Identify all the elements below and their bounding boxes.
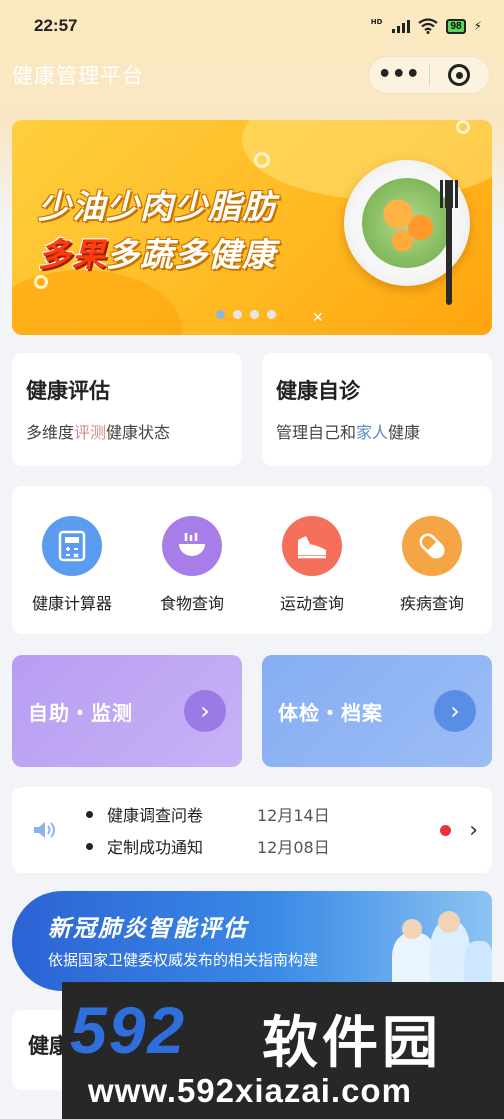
checkup-archive-card[interactable]: 体检・档案 › <box>262 655 492 767</box>
cta-label: 自助・监测 <box>28 700 133 725</box>
card-subtitle-highlight: 评测 <box>74 423 107 442</box>
notice-date: 12月08日 <box>257 838 330 857</box>
banner-slogan-rest: 多蔬多健康 <box>106 235 276 274</box>
notice-text: 定制成功通知 <box>107 838 204 857</box>
card-subtitle-text: 健康状态 <box>106 423 171 442</box>
pill-icon <box>402 516 462 576</box>
card-subtitle: 管理自己和家人健康 <box>276 419 478 443</box>
tool-label: 运动查询 <box>279 594 344 613</box>
notice-item[interactable]: 定制成功通知 12月08日 <box>86 830 440 862</box>
wifi-icon <box>418 18 439 34</box>
doctor-head <box>402 919 422 939</box>
site-watermark: 592 软件园 www.592xiazai.com <box>62 982 504 1119</box>
charging-icon: ⚡ <box>473 19 482 33</box>
card-title: 健康评估 <box>26 379 110 403</box>
signal-icon <box>392 19 411 33</box>
covid-title: 新冠肺炎智能评估 <box>48 916 248 942</box>
watermark-name: 软件园 <box>262 1011 442 1076</box>
self-monitor-card[interactable]: 自助・监测 › <box>12 655 242 767</box>
notice-date: 12月14日 <box>257 806 330 825</box>
unread-badge <box>440 824 452 836</box>
more-icon[interactable]: ••• <box>369 64 429 86</box>
status-time: 22:57 <box>34 16 78 35</box>
fork-icon <box>440 180 458 305</box>
banner-ring-icon <box>34 275 48 289</box>
calculator-icon <box>42 516 102 576</box>
tool-label: 食物查询 <box>159 594 224 613</box>
watermark-url: www.592xiazai.com <box>88 1072 412 1109</box>
tool-food-query[interactable]: 食物查询 <box>137 516 247 614</box>
banner-slogan-line2: 多果多蔬多健康 <box>38 228 276 276</box>
tool-label: 健康计算器 <box>31 594 112 613</box>
tool-health-calculator[interactable]: 健康计算器 <box>17 516 127 614</box>
speaker-icon <box>34 822 55 838</box>
covid-assessment-banner[interactable]: 新冠肺炎智能评估 依据国家卫健委权威发布的相关指南构建 <box>12 891 492 991</box>
carousel-dot[interactable] <box>267 310 276 319</box>
banner-ring-icon <box>456 120 470 134</box>
card-subtitle-text: 健康 <box>388 423 421 442</box>
bowl-icon <box>162 516 222 576</box>
carousel-dot[interactable] <box>250 310 259 319</box>
chevron-right-icon[interactable]: › <box>469 818 478 843</box>
tool-exercise-query[interactable]: 运动查询 <box>257 516 367 614</box>
banner-ring-icon <box>254 152 270 168</box>
card-subtitle-highlight: 家人 <box>356 423 389 442</box>
card-subtitle: 多维度评测健康状态 <box>26 419 228 443</box>
watermark-number: 592 <box>70 993 187 1067</box>
page-title: 健康管理平台 <box>12 64 144 88</box>
notice-list: 健康调查问卷 12月14日 定制成功通知 12月08日 <box>86 798 440 862</box>
tool-disease-query[interactable]: 疾病查询 <box>377 516 487 614</box>
chevron-right-icon[interactable]: › <box>184 690 226 732</box>
notice-item[interactable]: 健康调查问卷 12月14日 <box>86 798 440 830</box>
chevron-right-icon[interactable]: › <box>434 690 476 732</box>
cross-decoration-icon: ✕ <box>312 310 324 326</box>
notice-text: 健康调查问卷 <box>107 806 204 825</box>
doctor-head <box>438 911 460 933</box>
cta-label: 体检・档案 <box>278 700 383 725</box>
salad-image <box>362 178 452 268</box>
card-title: 健康自诊 <box>276 379 360 403</box>
banner-slogan-line1: 少油少肉少脂肪 <box>38 187 276 226</box>
carousel-dot[interactable] <box>233 310 242 319</box>
card-subtitle-text: 多维度 <box>26 423 75 442</box>
tool-label: 疾病查询 <box>399 594 464 613</box>
health-assessment-card[interactable]: 健康评估 多维度评测健康状态 <box>12 353 242 466</box>
nav-bar: 健康管理平台 ••• <box>0 52 504 98</box>
shoe-icon <box>282 516 342 576</box>
battery-icon: 98 <box>446 18 466 34</box>
card-subtitle-text: 管理自己和 <box>276 423 357 442</box>
notice-bar[interactable]: 健康调查问卷 12月14日 定制成功通知 12月08日 › <box>12 787 492 873</box>
promo-banner[interactable]: 少油少肉少脂肪 多果多蔬多健康 ✕ <box>12 120 492 335</box>
target-icon <box>448 64 471 86</box>
close-button[interactable] <box>430 64 490 86</box>
mini-program-capsule: ••• <box>368 56 490 94</box>
bullet <box>86 810 93 818</box>
banner-slogan-highlight: 多果 <box>38 235 106 274</box>
carousel-indicator[interactable] <box>216 310 276 319</box>
covid-subtitle: 依据国家卫健委权威发布的相关指南构建 <box>48 951 319 969</box>
health-selfcheck-card[interactable]: 健康自诊 管理自己和家人健康 <box>262 353 492 466</box>
bullet <box>86 842 93 850</box>
status-bar: 22:57 HD 98 ⚡ <box>0 0 504 52</box>
network-type: HD <box>370 18 383 26</box>
carousel-dot[interactable] <box>216 310 225 319</box>
status-icons: HD 98 ⚡ <box>371 18 482 34</box>
tools-grid: 健康计算器 食物查询 运动查询 疾病查询 <box>12 486 492 634</box>
